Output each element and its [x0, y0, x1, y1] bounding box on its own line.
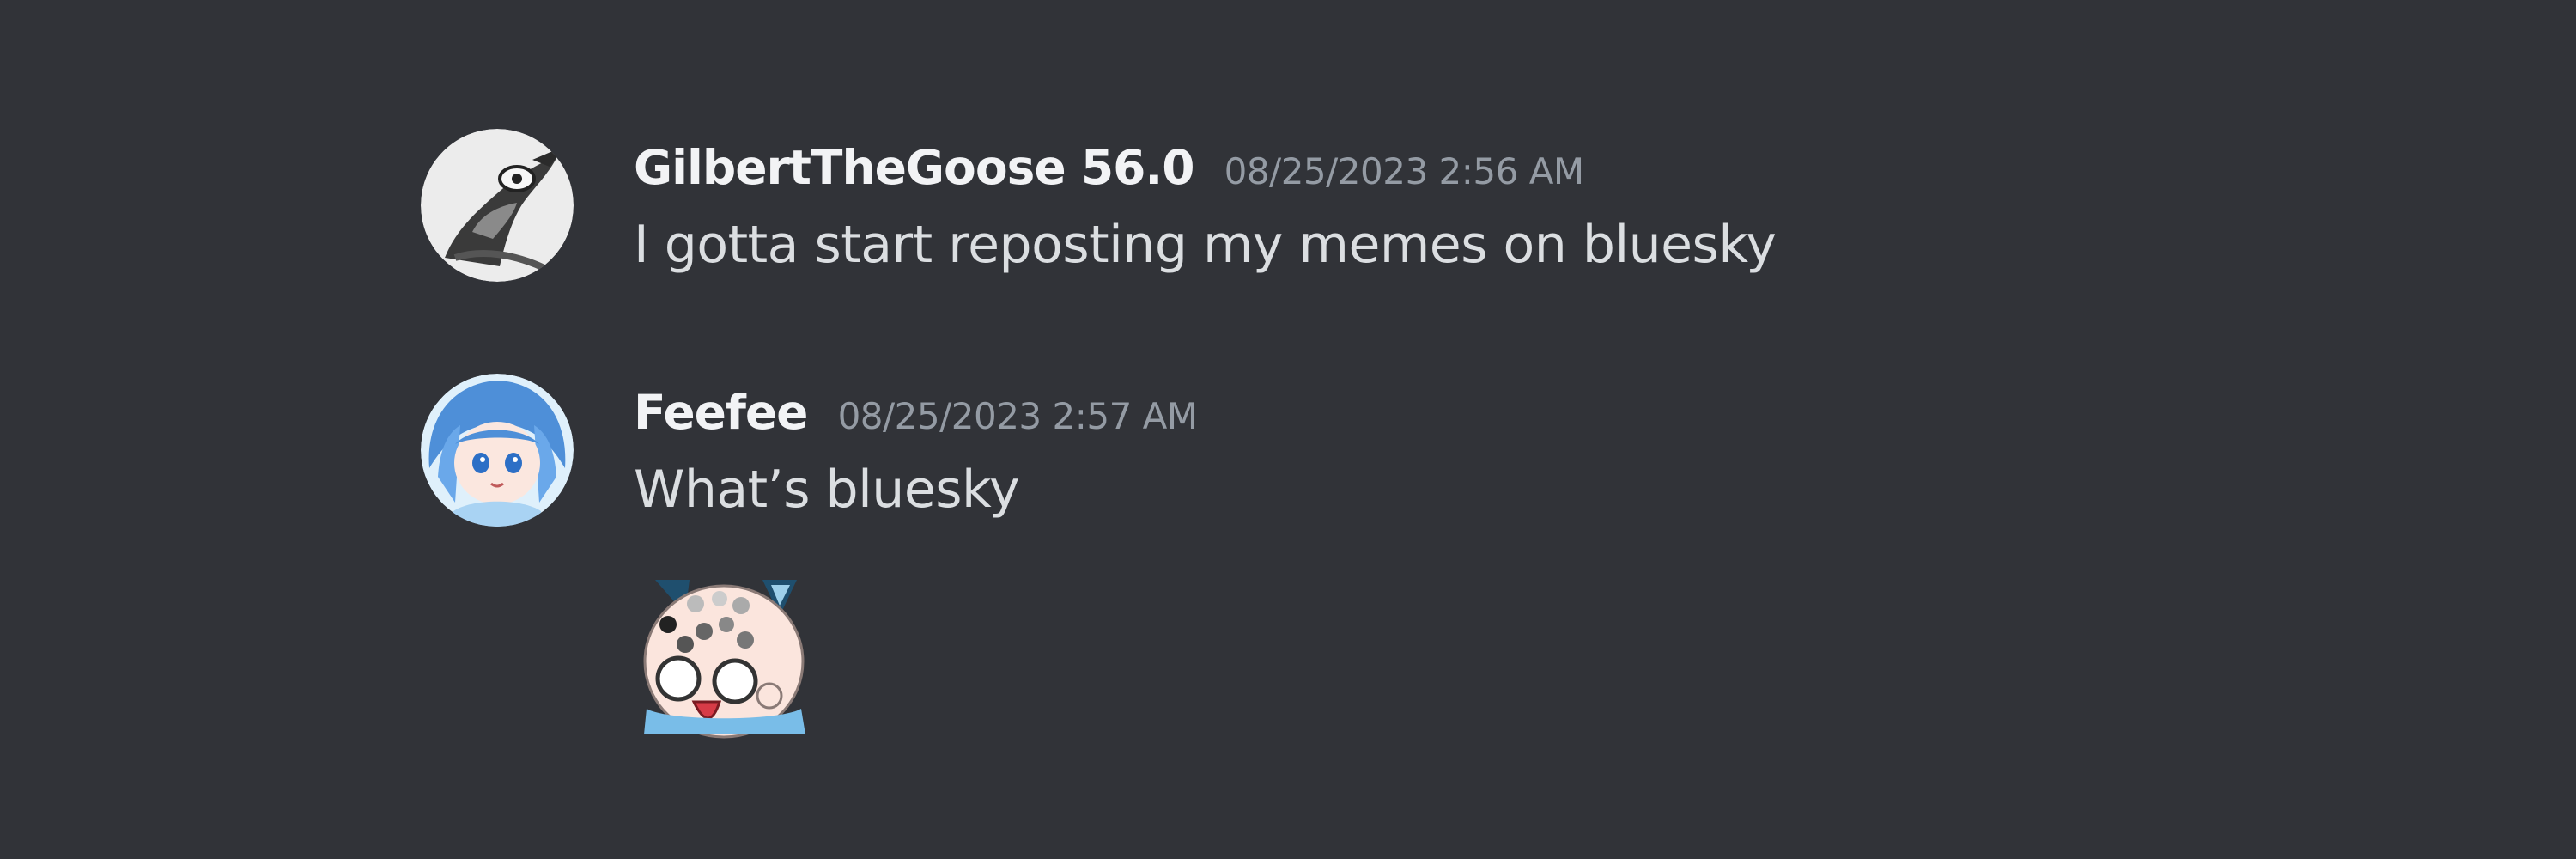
avatar[interactable]: [421, 374, 574, 527]
timestamp: 08/25/2023 2:56 AM: [1224, 150, 1585, 192]
sticker[interactable]: [634, 563, 814, 743]
chat-messages: GilbertTheGoose 56.0 08/25/2023 2:56 AM …: [0, 0, 2576, 859]
message-header: GilbertTheGoose 56.0 08/25/2023 2:56 AM: [634, 129, 2265, 206]
message-header: Feefee 08/25/2023 2:57 AM: [634, 374, 2265, 451]
message-text: What’s bluesky: [634, 460, 1020, 520]
username[interactable]: GilbertTheGoose 56.0: [634, 140, 1195, 195]
message-body: GilbertTheGoose 56.0 08/25/2023 2:56 AM …: [634, 129, 2265, 283]
username[interactable]: Feefee: [634, 385, 808, 440]
message-text: I gotta start reposting my memes on blue…: [634, 215, 1777, 275]
timestamp: 08/25/2023 2:57 AM: [837, 395, 1199, 437]
avatar[interactable]: [421, 129, 574, 282]
anime-girl-avatar-icon: [421, 374, 574, 527]
surprised-chibi-emoji-icon: [643, 580, 805, 739]
message-body: Feefee 08/25/2023 2:57 AM What’s bluesky: [634, 374, 2265, 743]
goose-avatar-icon: [421, 129, 574, 282]
